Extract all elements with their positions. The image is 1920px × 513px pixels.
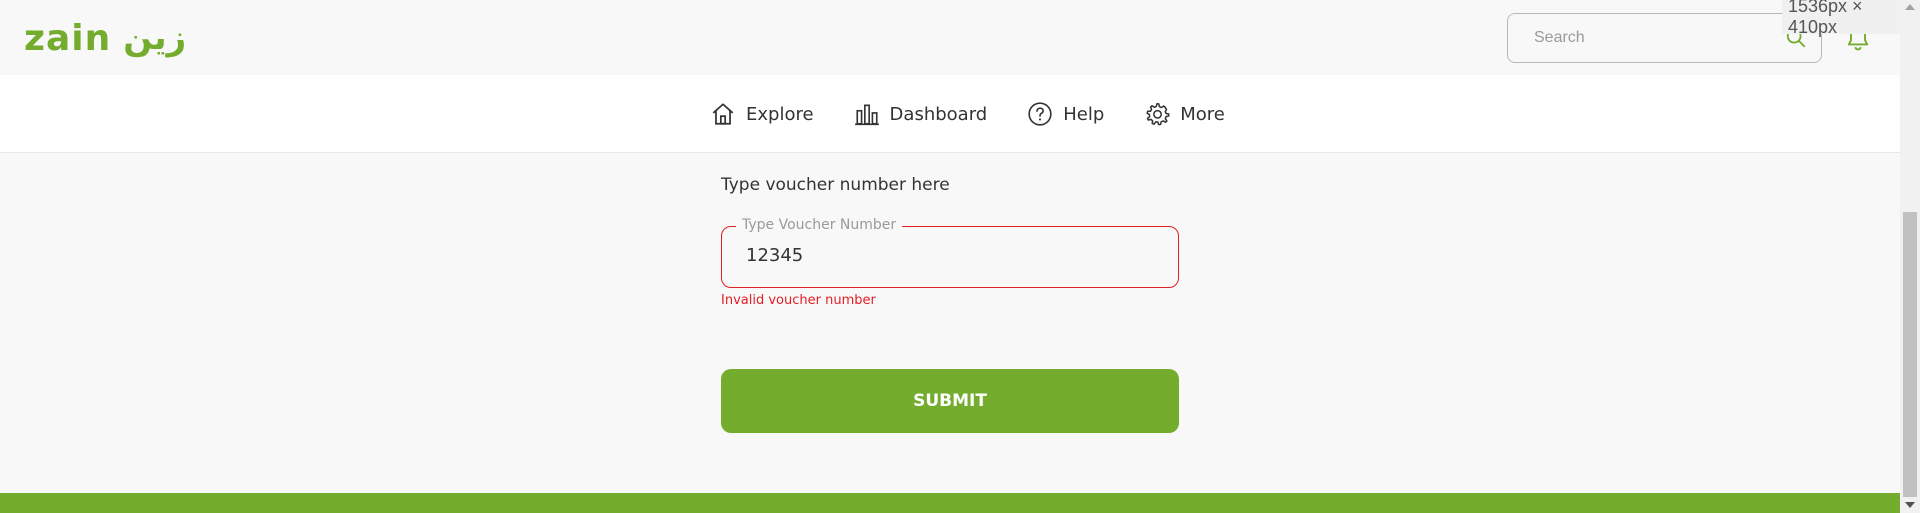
zain-logo[interactable]: zain زين bbox=[24, 17, 187, 59]
footer-strip bbox=[0, 493, 1900, 513]
top-header: zain زين 1536px × 410px × bbox=[0, 0, 1920, 75]
nav-items: Explore Dashboard Help More bbox=[710, 75, 1265, 153]
logo-arabic-text: زين bbox=[123, 18, 187, 58]
voucher-field-label: Type Voucher Number bbox=[736, 217, 903, 233]
logo-text: zain bbox=[24, 17, 112, 59]
voucher-number-input[interactable] bbox=[746, 245, 1146, 266]
nav-item-label: Dashboard bbox=[889, 103, 988, 125]
voucher-field: Type Voucher Number bbox=[721, 217, 1179, 288]
voucher-heading: Type voucher number here bbox=[721, 175, 950, 195]
nav-item-explore[interactable]: Explore bbox=[710, 101, 814, 127]
nav-item-more[interactable]: More bbox=[1144, 101, 1225, 127]
submit-button[interactable]: SUBMIT bbox=[721, 369, 1179, 433]
scroll-up-arrow-icon[interactable] bbox=[1905, 4, 1915, 10]
viewport-size-text: 1536px × 410px bbox=[1788, 0, 1863, 37]
bar-chart-icon bbox=[854, 104, 879, 126]
search-box bbox=[1507, 13, 1822, 63]
nav-bar: Explore Dashboard Help More bbox=[0, 75, 1900, 153]
voucher-error-message: Invalid voucher number bbox=[721, 293, 876, 308]
scrollbar-thumb[interactable] bbox=[1903, 212, 1917, 497]
nav-item-label: More bbox=[1180, 103, 1225, 125]
nav-item-label: Help bbox=[1063, 103, 1105, 125]
scroll-down-arrow-icon[interactable] bbox=[1905, 502, 1915, 508]
search-input[interactable] bbox=[1534, 29, 1785, 47]
nav-item-help[interactable]: Help bbox=[1027, 101, 1104, 127]
home-icon bbox=[712, 103, 734, 125]
nav-item-dashboard[interactable]: Dashboard bbox=[854, 101, 988, 127]
nav-item-label: Explore bbox=[746, 103, 814, 125]
voucher-form: Type voucher number here Type Voucher Nu… bbox=[0, 153, 1900, 493]
help-circle-icon bbox=[1028, 102, 1052, 126]
page-scrollbar[interactable] bbox=[1900, 0, 1920, 513]
gear-icon bbox=[1146, 102, 1170, 126]
